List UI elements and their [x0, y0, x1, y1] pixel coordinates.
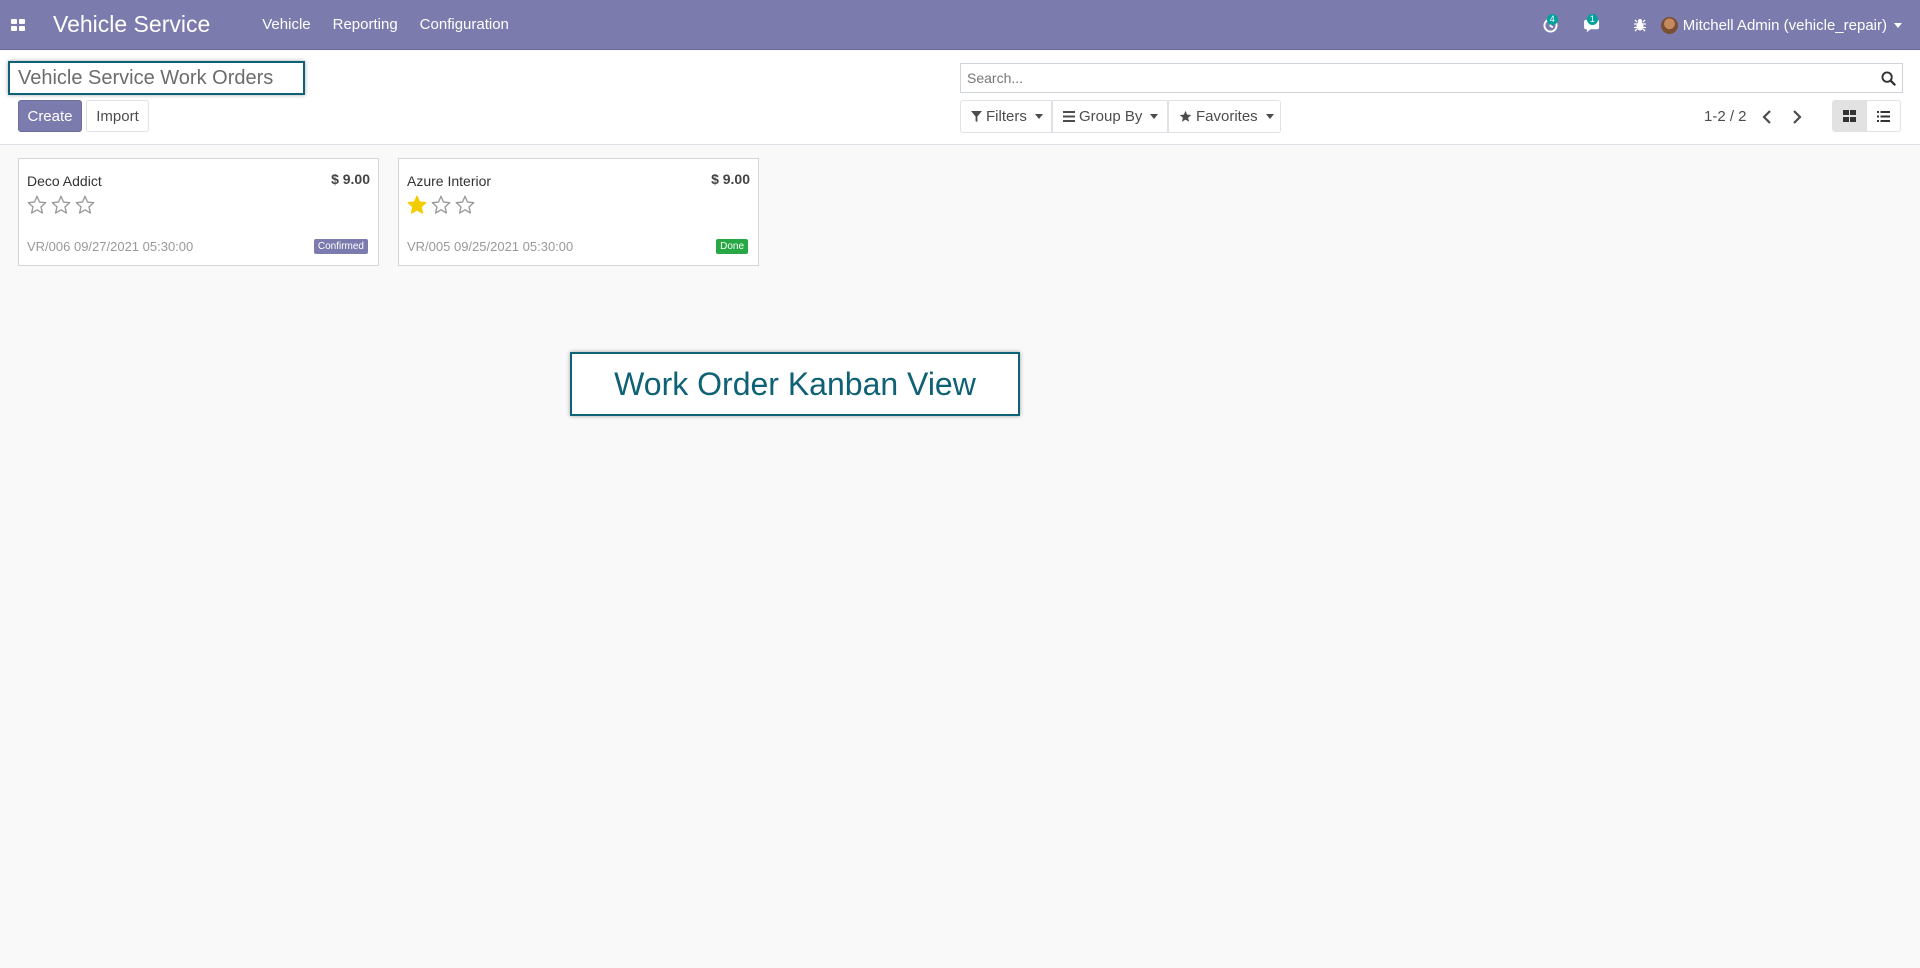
filters-dropdown[interactable]: Filters [960, 100, 1052, 133]
user-menu[interactable]: Mitchell Admin (vehicle_repair) [1660, 16, 1902, 34]
chevron-down-icon [1894, 22, 1902, 28]
page-title: Vehicle Service Work Orders [18, 67, 274, 89]
create-button[interactable]: Create [18, 100, 82, 132]
card-customer-name: Deco Addict [27, 173, 102, 189]
page-title-highlight: Vehicle Service Work Orders [8, 61, 305, 95]
top-navbar: Vehicle Service Vehicle Reporting Config… [0, 0, 1920, 50]
star-empty-icon[interactable] [75, 195, 95, 215]
chevron-left-icon[interactable] [1756, 106, 1778, 128]
status-badge: Confirmed [313, 239, 368, 254]
kanban-view-button[interactable] [1832, 100, 1867, 132]
star-empty-icon[interactable] [431, 195, 451, 215]
chevron-right-icon[interactable] [1786, 106, 1808, 128]
user-name: Mitchell Admin (vehicle_repair) [1682, 16, 1887, 34]
priority-stars [407, 195, 479, 215]
card-reference: VR/005 09/25/2021 05:30:00 [407, 239, 574, 254]
star-filled-icon[interactable] [407, 195, 427, 215]
favorites-dropdown[interactable]: Favorites [1168, 100, 1281, 133]
message-count-badge: 1 [1586, 14, 1598, 25]
activity-button[interactable]: 4 [1535, 0, 1567, 50]
pager-value[interactable]: 1-2 / 2 [1704, 108, 1747, 125]
kanban-card[interactable]: Azure Interior $ 9.00 VR/005 09/25/2021 … [398, 158, 759, 266]
messages-button[interactable]: 1 [1567, 0, 1619, 50]
navbar-right: 4 1 Mitchell Admin (vehicle_repair) [1535, 0, 1920, 50]
menu-vehicle[interactable]: Vehicle [262, 16, 310, 33]
star-icon [1179, 110, 1192, 123]
filters-label: Filters [986, 108, 1027, 125]
apps-grid-icon[interactable] [0, 0, 36, 50]
app-title[interactable]: Vehicle Service [53, 11, 210, 38]
control-panel: Vehicle Service Work Orders Create Impor… [0, 51, 1920, 145]
group-by-label: Group By [1079, 108, 1143, 125]
card-price: $ 9.00 [331, 171, 370, 187]
filter-funnel-icon [971, 110, 982, 123]
star-empty-icon[interactable] [51, 195, 71, 215]
search-icon[interactable] [1874, 64, 1902, 92]
chevron-down-icon [1150, 114, 1159, 119]
avatar [1660, 16, 1678, 34]
chevron-down-icon [1034, 114, 1043, 119]
card-customer-name: Azure Interior [407, 173, 492, 189]
favorites-label: Favorites [1196, 108, 1258, 125]
kanban-grid-icon [1843, 110, 1856, 122]
activity-count-badge: 4 [1546, 14, 1558, 25]
import-button[interactable]: Import [86, 100, 149, 132]
search-bar [960, 63, 1903, 93]
menu-reporting[interactable]: Reporting [333, 16, 398, 33]
debug-button[interactable] [1619, 0, 1661, 50]
list-view-button[interactable] [1866, 100, 1901, 132]
menu-configuration[interactable]: Configuration [420, 16, 509, 33]
group-by-dropdown[interactable]: Group By [1052, 100, 1168, 133]
list-view-icon [1877, 110, 1890, 122]
kanban-card[interactable]: Deco Addict $ 9.00 VR/006 09/27/2021 05:… [18, 158, 379, 266]
list-bars-icon [1063, 111, 1075, 122]
star-empty-icon[interactable] [455, 195, 475, 215]
status-badge: Done [716, 239, 748, 254]
star-empty-icon[interactable] [27, 195, 47, 215]
card-reference: VR/006 09/27/2021 05:30:00 [27, 239, 194, 254]
card-price: $ 9.00 [711, 171, 750, 187]
chevron-down-icon [1265, 114, 1274, 119]
search-input[interactable] [961, 64, 1874, 92]
annotation-text: Work Order Kanban View [614, 365, 976, 402]
priority-stars [27, 195, 99, 215]
bug-icon [1633, 19, 1646, 32]
annotation-callout: Work Order Kanban View [570, 352, 1020, 416]
